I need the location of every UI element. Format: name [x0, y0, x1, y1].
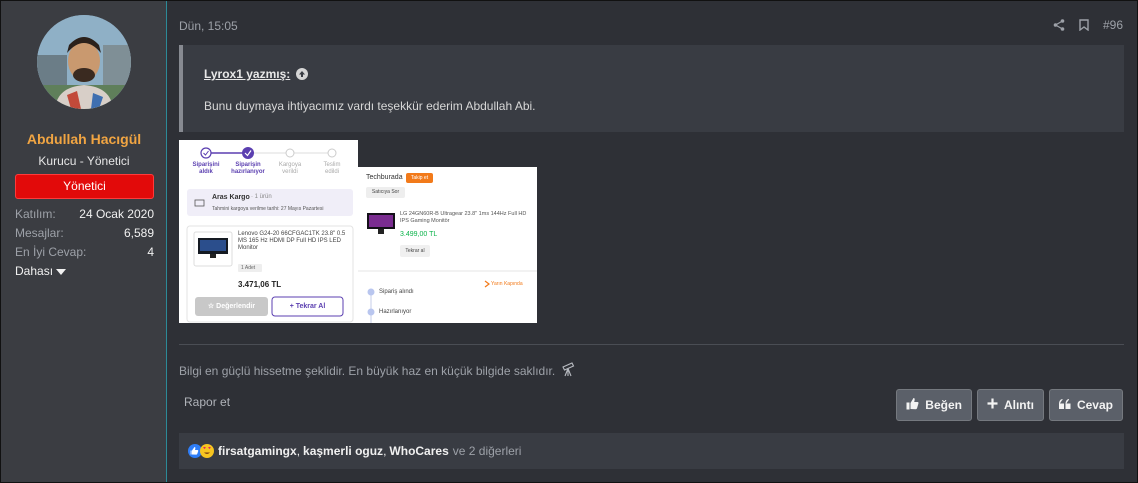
- order-step: Hazırlanıyor: [379, 309, 412, 315]
- rate-label: Değerlendir: [216, 303, 256, 310]
- post-main: Dün, 15:05 #96 Lyrox1 yazmış: Bunu duyma…: [167, 1, 1137, 482]
- stat-label: En İyi Cevap:: [15, 245, 87, 259]
- seller-name: Techburada: [366, 174, 403, 181]
- eta-text: Tahmini kargoya verilme tarihi: 27 Mayıs…: [212, 206, 324, 212]
- ask-seller-button: Satıcıya Sor: [371, 189, 400, 195]
- product-title: Lenovo G24-20 66CFGAC1TK 23.8" 0.5 MS 16…: [238, 231, 346, 252]
- stat-value: 24 Ocak 2020: [79, 207, 154, 221]
- order-step: Sipariş alındı: [379, 289, 414, 295]
- step-label: Kargoya verildi: [278, 162, 302, 176]
- carrier-name: Aras Kargo: [212, 194, 250, 201]
- signature: Bilgi en güçlü hissetme şeklidir. En büy…: [179, 361, 577, 380]
- reply-label: Cevap: [1076, 398, 1113, 412]
- delivery-tag: Yarın Kapında: [491, 281, 523, 287]
- rate-button: ☆ Değerlendir: [195, 303, 268, 311]
- carrier-count: · 1 ürün: [251, 194, 272, 200]
- product-price: 3.499,00 TL: [400, 231, 438, 238]
- stat-best-answer: En İyi Cevap: 4: [15, 245, 154, 261]
- quote-text: Bunu duymaya ihtiyacımız vardı teşekkür …: [204, 99, 536, 113]
- bookmark-icon[interactable]: [1079, 19, 1089, 31]
- attachment-image-2[interactable]: Techburada Takip et Satıcıya Sor LG 24GN…: [358, 167, 537, 323]
- reply-button[interactable]: Cevap: [1048, 389, 1123, 421]
- stat-label: Katılım:: [15, 207, 56, 221]
- product-title: LG 24GN60R-B Ultragear 23.8" 1ms 144Hz F…: [400, 211, 527, 224]
- attachment-image-1[interactable]: Siparişini aldık Siparişin hazırlanıyor …: [179, 140, 358, 323]
- user-title: Kurucu - Yönetici: [38, 154, 130, 168]
- post-header-actions: #96: [1053, 18, 1123, 32]
- avatar[interactable]: [37, 15, 131, 109]
- signature-text: Bilgi en güçlü hissetme şeklidir. En büy…: [179, 363, 556, 378]
- stat-label: Mesajlar:: [15, 226, 64, 240]
- product-price: 3.471,06 TL: [238, 280, 282, 289]
- share-icon[interactable]: [1053, 19, 1065, 31]
- step-label: Siparişin hazırlanıyor: [231, 162, 265, 176]
- thumbs-up-icon: [906, 397, 919, 413]
- step-label: Teslim edildi: [323, 162, 341, 176]
- quote-author[interactable]: Lyrox1 yazmış:: [204, 67, 290, 81]
- telescope-icon: [561, 361, 577, 380]
- stat-joined: Katılım: 24 Ocak 2020: [15, 207, 154, 223]
- star-icon: ☆: [207, 303, 217, 310]
- post-number[interactable]: #96: [1103, 18, 1123, 32]
- product-qty: 1 Adet: [241, 265, 256, 271]
- like-button[interactable]: Beğen: [896, 389, 972, 421]
- quote-mark-icon: [1058, 398, 1071, 412]
- reaction-user[interactable]: firsatgamingx: [218, 444, 297, 458]
- stat-value: 6,589: [123, 226, 154, 240]
- like-label: Beğen: [925, 398, 962, 412]
- stat-messages: Mesajlar: 6,589: [15, 226, 154, 242]
- quote-block: Lyrox1 yazmış: Bunu duymaya ihtiyacımız …: [179, 45, 1124, 132]
- report-link[interactable]: Rapor et: [184, 395, 230, 409]
- reaction-others[interactable]: ve 2 diğerleri: [453, 444, 522, 458]
- reactions-bar[interactable]: firsatgamingx, kaşmerli oguz, WhoCares v…: [179, 433, 1124, 469]
- post-container: Abdullah Hacıgül Kurucu - Yönetici Yönet…: [0, 0, 1138, 483]
- signature-divider: [179, 344, 1124, 345]
- reaction-user[interactable]: kaşmerli oguz: [303, 444, 383, 458]
- arrow-up-circle-icon[interactable]: [296, 68, 309, 80]
- user-sidebar: Abdullah Hacıgül Kurucu - Yönetici Yönet…: [1, 1, 167, 482]
- post-actions: Beğen Alıntı Cevap: [896, 389, 1123, 421]
- more-toggle[interactable]: Dahası: [15, 264, 67, 278]
- step-label: Siparişini aldık: [192, 162, 220, 176]
- quote-label: Alıntı: [1003, 398, 1034, 412]
- reorder-button: Tekrar al: [405, 248, 425, 254]
- plus-icon: [987, 398, 998, 412]
- user-banner: Yönetici: [15, 174, 154, 199]
- post-date[interactable]: Dün, 15:05: [179, 19, 238, 33]
- separator: ,: [383, 444, 387, 458]
- follow-badge: Takip et: [410, 175, 429, 181]
- quote-button[interactable]: Alıntı: [976, 389, 1044, 421]
- love-eyes-reaction-icon: [200, 444, 214, 458]
- caret-down-icon: [56, 268, 67, 275]
- separator: ,: [296, 444, 301, 458]
- stat-value: 4: [147, 245, 154, 259]
- username[interactable]: Abdullah Hacıgül: [1, 131, 167, 147]
- quote-header[interactable]: Lyrox1 yazmış:: [204, 67, 309, 81]
- reorder-button: + Tekrar Al: [289, 303, 326, 310]
- reaction-user[interactable]: WhoCares: [389, 444, 448, 458]
- more-label: Dahası: [15, 264, 54, 278]
